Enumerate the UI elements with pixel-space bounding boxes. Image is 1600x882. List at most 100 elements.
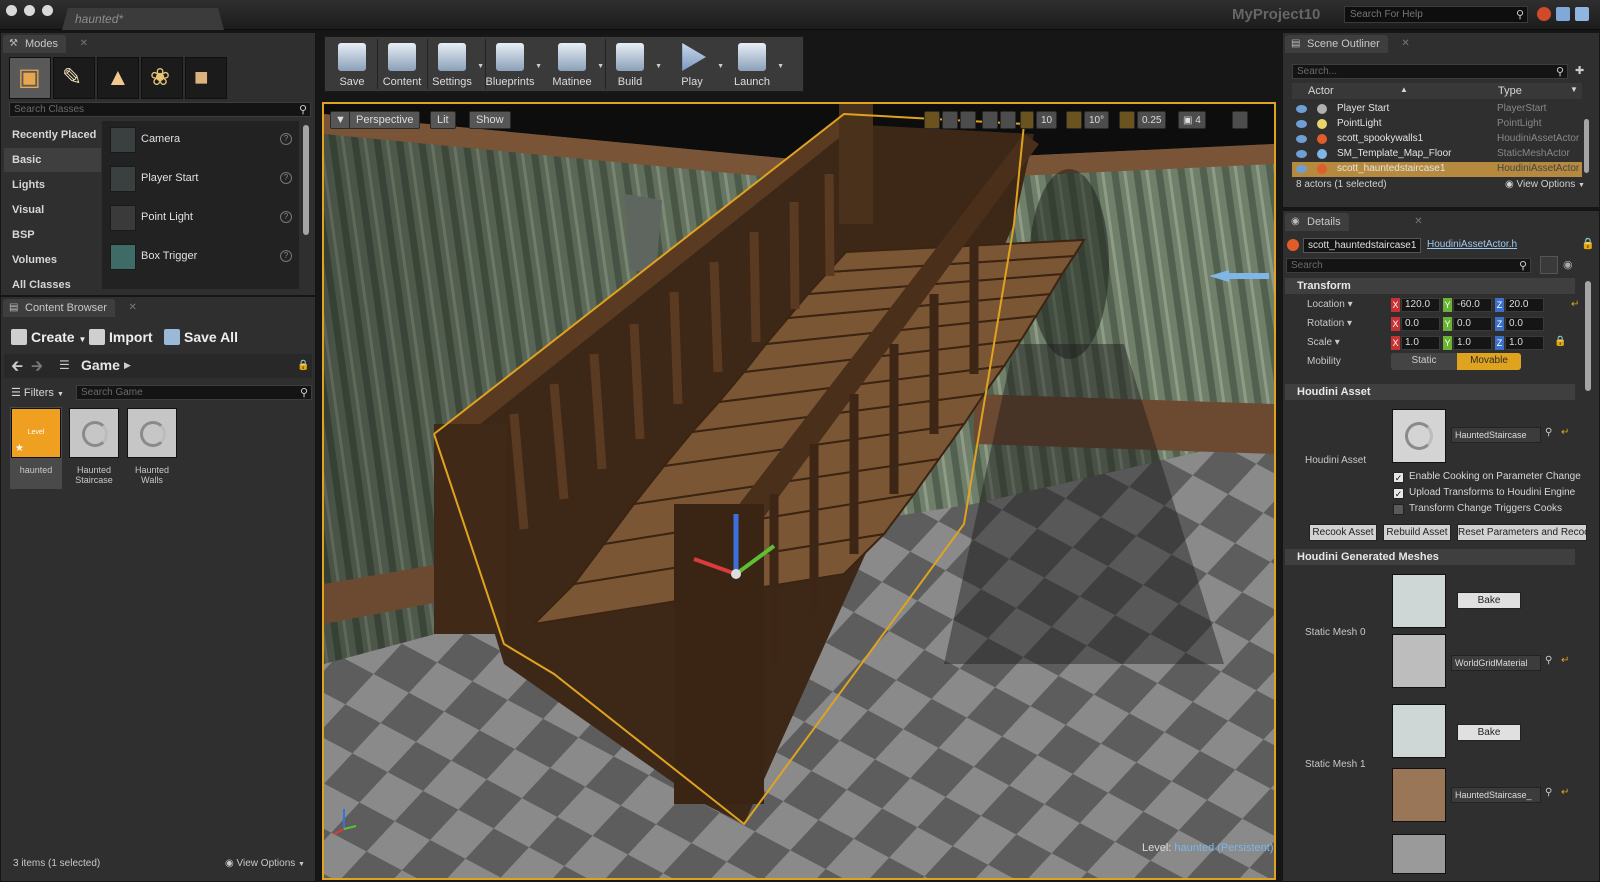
- scale-y-field[interactable]: 1.0: [1453, 336, 1492, 350]
- lock-icon[interactable]: 🔒: [1581, 237, 1595, 250]
- browse-icon[interactable]: ↵: [1561, 787, 1569, 798]
- section-houdini-asset[interactable]: Houdini Asset: [1285, 384, 1575, 400]
- reset-icon[interactable]: ↵: [1571, 299, 1579, 310]
- tab-details[interactable]: ◉ Details ✕: [1285, 213, 1423, 231]
- asset-tile-haunted[interactable]: Level ★ haunted: [10, 407, 62, 489]
- class-item-box-trigger[interactable]: Box Trigger ?: [102, 238, 299, 276]
- checkbox-transform-triggers-cooks[interactable]: [1393, 504, 1404, 515]
- maximize-window-icon[interactable]: [42, 5, 53, 16]
- translate-mode-icon[interactable]: [924, 111, 940, 129]
- camera-speed-button[interactable]: ▣ 4: [1178, 111, 1206, 129]
- content-button[interactable]: Content: [379, 39, 425, 91]
- view-options-button[interactable]: ◉ View Options ▼: [225, 858, 305, 869]
- reset-parameters-button[interactable]: Reset Parameters and Recook: [1457, 524, 1587, 541]
- location-z-field[interactable]: 20.0: [1505, 298, 1544, 312]
- scrollbar[interactable]: [1585, 281, 1591, 391]
- foliage-mode-button[interactable]: ❀: [141, 57, 183, 99]
- tab-content-browser[interactable]: ▤ Content Browser ✕: [3, 299, 137, 317]
- search-icon[interactable]: ⚲: [1545, 427, 1552, 438]
- visibility-eye-icon[interactable]: [1296, 120, 1307, 128]
- landscape-mode-button[interactable]: ▲: [97, 57, 139, 99]
- launch-button[interactable]: Launch ▼: [729, 39, 784, 91]
- lit-button[interactable]: Lit: [430, 111, 456, 129]
- help-icon[interactable]: ?: [280, 211, 292, 223]
- rebuild-asset-button[interactable]: Rebuild Asset: [1383, 524, 1451, 541]
- houdini-asset-dropdown[interactable]: HauntedStaircase: [1451, 427, 1541, 443]
- close-icon[interactable]: ✕: [1414, 216, 1422, 227]
- rotation-y-field[interactable]: 0.0: [1453, 317, 1492, 331]
- matinee-button[interactable]: Matinee ▼: [549, 39, 604, 91]
- browse-icon[interactable]: ↵: [1561, 655, 1569, 666]
- scale-z-field[interactable]: 1.0: [1505, 336, 1544, 350]
- lock-icon[interactable]: 🔒: [297, 360, 309, 371]
- view-options-button[interactable]: ◉ View Options ▼: [1505, 179, 1585, 190]
- visibility-eye-icon[interactable]: [1296, 105, 1307, 113]
- rotation-z-field[interactable]: 0.0: [1505, 317, 1544, 331]
- grid-snap-icon[interactable]: [1020, 111, 1034, 129]
- create-button[interactable]: Create ▼: [11, 329, 86, 345]
- help-icon[interactable]: ?: [280, 250, 292, 262]
- rotation-snap-value[interactable]: 10°: [1084, 111, 1110, 129]
- eye-icon[interactable]: ◉: [1563, 258, 1573, 271]
- path-tree-icon[interactable]: ☰: [59, 358, 70, 372]
- save-all-button[interactable]: Save All: [164, 329, 238, 345]
- location-x-field[interactable]: 120.0: [1401, 298, 1440, 312]
- category-visual[interactable]: Visual: [9, 198, 101, 222]
- close-window-icon[interactable]: [6, 5, 17, 16]
- material-1-dropdown[interactable]: HauntedStaircase_: [1451, 787, 1541, 803]
- outliner-row[interactable]: SM_Template_Map_Floor StaticMeshActor: [1292, 147, 1582, 162]
- outliner-row[interactable]: Player Start PlayerStart: [1292, 102, 1582, 117]
- bake-button[interactable]: Bake: [1457, 724, 1521, 741]
- visibility-eye-icon[interactable]: [1296, 135, 1307, 143]
- surface-snap-icon[interactable]: [1000, 111, 1016, 129]
- tab-modes[interactable]: ⚒ Modes ✕: [3, 35, 88, 53]
- recook-asset-button[interactable]: Recook Asset: [1309, 524, 1377, 541]
- perspective-button[interactable]: Perspective: [349, 111, 421, 129]
- close-icon[interactable]: ✕: [80, 38, 88, 49]
- bake-button[interactable]: Bake: [1457, 592, 1521, 609]
- back-arrow-icon[interactable]: 🡰: [11, 356, 23, 381]
- grid-snap-value[interactable]: 10: [1036, 111, 1058, 129]
- rotate-mode-icon[interactable]: [942, 111, 958, 129]
- rotation-snap-icon[interactable]: [1066, 111, 1082, 129]
- mobility-movable-button[interactable]: Movable: [1457, 353, 1521, 370]
- chat-icon[interactable]: [1556, 7, 1570, 21]
- chevron-down-icon[interactable]: ▼: [655, 63, 662, 70]
- browse-icon[interactable]: ↵: [1561, 427, 1569, 438]
- geometry-mode-button[interactable]: ■: [185, 57, 227, 99]
- path-game[interactable]: Game: [81, 357, 120, 373]
- static-mesh-1-thumbnail[interactable]: [1392, 704, 1446, 758]
- chevron-down-icon[interactable]: ▼: [597, 63, 604, 70]
- chevron-right-icon[interactable]: ▶: [124, 360, 131, 371]
- world-local-icon[interactable]: [982, 111, 998, 129]
- add-filter-icon[interactable]: ✚: [1575, 64, 1584, 77]
- class-item-camera[interactable]: Camera ?: [102, 121, 299, 159]
- outliner-row[interactable]: scott_spookywalls1 HoudiniAssetActor: [1292, 132, 1582, 147]
- houdini-asset-thumbnail[interactable]: [1392, 409, 1446, 463]
- stop-icon[interactable]: [1537, 7, 1551, 21]
- chevron-down-icon[interactable]: ▼: [477, 63, 484, 70]
- scale-x-field[interactable]: 1.0: [1401, 336, 1440, 350]
- details-search-input[interactable]: Search ⚲: [1286, 258, 1531, 273]
- material-0-thumbnail[interactable]: [1392, 634, 1446, 688]
- checkbox-upload-transforms[interactable]: ✓: [1393, 488, 1404, 499]
- viewport-options-button[interactable]: ▼: [330, 111, 351, 129]
- category-recently-placed[interactable]: Recently Placed: [9, 123, 101, 147]
- material-1-thumbnail[interactable]: [1392, 768, 1446, 822]
- category-volumes[interactable]: Volumes: [9, 248, 101, 272]
- help-icon[interactable]: ?: [280, 133, 292, 145]
- lock-icon[interactable]: 🔒: [1554, 336, 1566, 347]
- actor-name-field[interactable]: scott_hauntedstaircase1: [1303, 238, 1421, 253]
- category-lights[interactable]: Lights: [9, 173, 101, 197]
- save-button[interactable]: Save: [329, 39, 375, 91]
- class-search-input[interactable]: Search Classes ⚲: [9, 102, 311, 117]
- checkbox-enable-cooking[interactable]: ✓: [1393, 472, 1404, 483]
- class-item-player-start[interactable]: Player Start ?: [102, 160, 299, 198]
- play-button[interactable]: Play ▼: [669, 39, 724, 91]
- level-viewport[interactable]: ▼ Perspective Lit Show 10 10° 0.25 ▣ 4 L…: [322, 102, 1276, 880]
- rotation-x-field[interactable]: 0.0: [1401, 317, 1440, 331]
- mobility-static-button[interactable]: Static: [1391, 353, 1457, 370]
- chevron-down-icon[interactable]: ▼: [717, 63, 724, 70]
- actor-class-link[interactable]: HoudiniAssetActor.h: [1427, 239, 1517, 250]
- place-mode-button[interactable]: ▣: [9, 57, 51, 99]
